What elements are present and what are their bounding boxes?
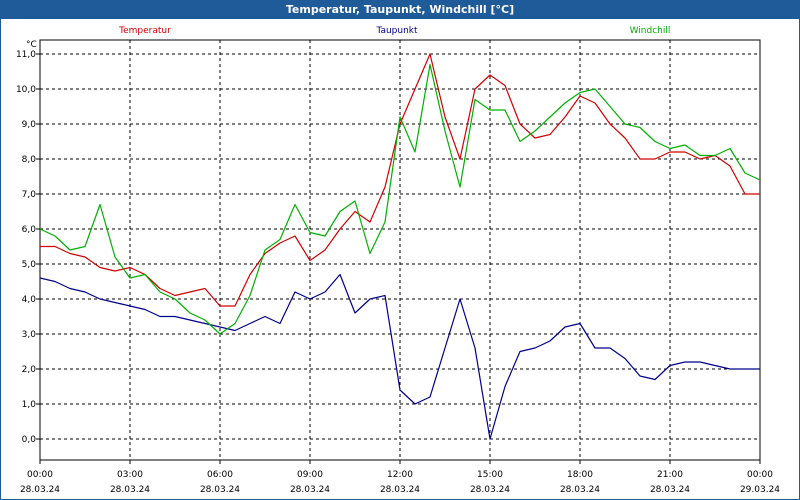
x-tick-date: 28.03.24 bbox=[380, 485, 420, 495]
x-tick-date: 28.03.24 bbox=[290, 485, 330, 495]
y-tick-label: 11,0 bbox=[16, 50, 36, 60]
legend-item-taupunkt: Taupunkt bbox=[375, 26, 418, 36]
x-tick-time: 09:00 bbox=[297, 470, 323, 480]
y-tick-label: 4,0 bbox=[22, 295, 37, 305]
y-tick-label: 0,0 bbox=[22, 435, 37, 445]
y-tick-label: 7,0 bbox=[22, 190, 37, 200]
x-tick-time: 15:00 bbox=[477, 470, 503, 480]
x-axis: 00:00 28.03.24 03:00 28.03.24 06:00 28.03.24 0… bbox=[20, 460, 780, 495]
x-tick-date: 28.03.24 bbox=[20, 485, 60, 495]
y-axis-label: °C bbox=[26, 40, 37, 50]
legend: Temperatur Taupunkt Windchill bbox=[118, 26, 670, 36]
y-axis: 11,0 10,0 9,0 8,0 7,0 6,0 5,0 4,0 3,0 2,0 1,0 0,0 bbox=[16, 50, 40, 445]
x-tick-time: 12:00 bbox=[387, 470, 413, 480]
y-tick-label: 3,0 bbox=[22, 330, 37, 340]
y-tick-label: 1,0 bbox=[22, 400, 37, 410]
x-tick-time: 00:00 bbox=[747, 470, 773, 480]
x-tick-date: 28.03.24 bbox=[650, 485, 690, 495]
x-tick-date: 29.03.24 bbox=[740, 485, 780, 495]
y-tick-label: 8,0 bbox=[22, 155, 37, 165]
y-tick-label: 10,0 bbox=[16, 85, 36, 95]
y-tick-label: 9,0 bbox=[22, 120, 37, 130]
x-tick-time: 00:00 bbox=[27, 470, 53, 480]
grid bbox=[39, 39, 761, 461]
x-tick-time: 18:00 bbox=[567, 470, 593, 480]
x-tick-time: 06:00 bbox=[207, 470, 233, 480]
line-chart: 11,0 10,0 9,0 8,0 7,0 6,0 5,0 4,0 3,0 2,0 1,0 0,0 0… bbox=[16, 26, 780, 495]
legend-item-windchill: Windchill bbox=[630, 26, 671, 36]
y-tick-label: 5,0 bbox=[22, 260, 37, 270]
x-tick-time: 03:00 bbox=[117, 470, 143, 480]
x-tick-date: 28.03.24 bbox=[110, 485, 150, 495]
y-tick-label: 6,0 bbox=[22, 225, 37, 235]
x-tick-date: 28.03.24 bbox=[200, 485, 240, 495]
legend-item-temperatur: Temperatur bbox=[118, 26, 171, 36]
x-tick-date: 28.03.24 bbox=[560, 485, 600, 495]
x-tick-time: 21:00 bbox=[657, 470, 683, 480]
x-tick-date: 28.03.24 bbox=[470, 485, 510, 495]
y-tick-label: 2,0 bbox=[22, 365, 37, 375]
